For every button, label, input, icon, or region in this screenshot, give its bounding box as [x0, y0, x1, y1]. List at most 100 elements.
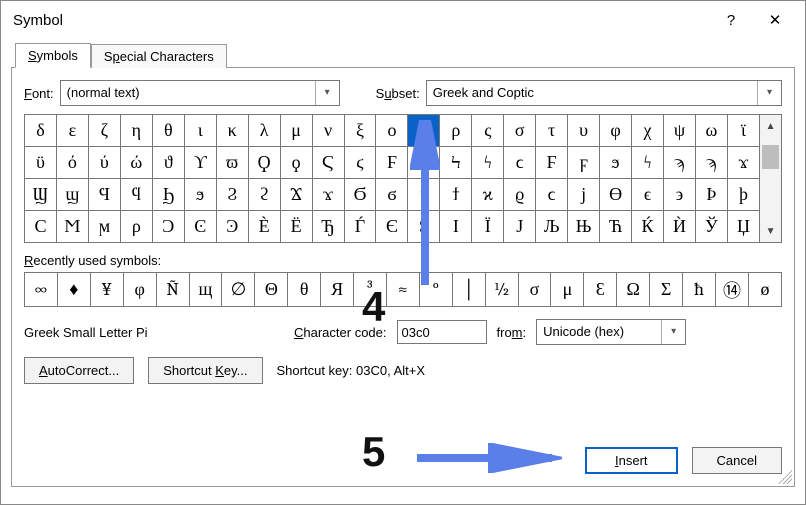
- char-cell[interactable]: ϥ: [120, 179, 152, 211]
- char-cell[interactable]: Ϛ: [312, 147, 344, 179]
- char-cell[interactable]: δ: [25, 115, 57, 147]
- resize-grip-icon[interactable]: [778, 470, 792, 484]
- char-cell[interactable]: Ϝ: [376, 147, 408, 179]
- recent-cell[interactable]: ¥: [90, 273, 123, 307]
- char-cell[interactable]: Ј: [504, 211, 536, 243]
- char-cell[interactable]: Ϣ: [25, 179, 57, 211]
- char-cell[interactable]: ϋ: [25, 147, 57, 179]
- char-cell[interactable]: Ͽ: [216, 211, 248, 243]
- char-cell[interactable]: ο: [376, 115, 408, 147]
- char-cell[interactable]: Ќ: [632, 211, 664, 243]
- recent-cell[interactable]: щ: [189, 273, 222, 307]
- char-cell[interactable]: ξ: [344, 115, 376, 147]
- tab-symbols[interactable]: Symbols Symbols document.currentScript.p…: [15, 43, 91, 68]
- char-cell[interactable]: ύ: [88, 147, 120, 179]
- char-cell[interactable]: Ѐ: [248, 211, 280, 243]
- char-cell[interactable]: ϙ: [280, 147, 312, 179]
- char-cell[interactable]: ϟ: [472, 147, 504, 179]
- scroll-track[interactable]: [760, 137, 781, 220]
- recent-cell[interactable]: │: [452, 273, 485, 307]
- char-cell[interactable]: ζ: [88, 115, 120, 147]
- recent-cell[interactable]: ħ: [683, 273, 716, 307]
- char-cell[interactable]: Ϫ: [280, 179, 312, 211]
- char-cell[interactable]: ϲ: [504, 147, 536, 179]
- char-cell[interactable]: ϊ: [727, 115, 759, 147]
- char-cell[interactable]: ϻ: [88, 211, 120, 243]
- char-cell[interactable]: μ: [280, 115, 312, 147]
- char-cell[interactable]: σ: [504, 115, 536, 147]
- scroll-down-icon[interactable]: ▼: [760, 220, 781, 242]
- char-cell[interactable]: Ϲ: [25, 211, 57, 243]
- char-cell[interactable]: ϯ: [440, 179, 472, 211]
- recent-cell[interactable]: ³: [354, 273, 387, 307]
- recent-cell[interactable]: ≈: [386, 273, 419, 307]
- char-cell[interactable]: ϸ: [727, 179, 759, 211]
- char-cell[interactable]: ϟ: [632, 147, 664, 179]
- char-cell[interactable]: ϒ: [184, 147, 216, 179]
- recent-cell[interactable]: Ɛ: [584, 273, 617, 307]
- char-cell[interactable]: ρ: [120, 211, 152, 243]
- char-cell[interactable]: ψ: [664, 115, 696, 147]
- char-cell[interactable]: Є: [376, 211, 408, 243]
- insert-button[interactable]: Insert: [585, 447, 678, 474]
- char-cell[interactable]: υ: [568, 115, 600, 147]
- char-cell[interactable]: Ў: [695, 211, 727, 243]
- shortcut-key-button[interactable]: Shortcut Key...: [148, 357, 262, 384]
- char-cell[interactable]: ϧ: [600, 147, 632, 179]
- char-cell[interactable]: ό: [56, 147, 88, 179]
- recent-cell[interactable]: °: [419, 273, 452, 307]
- char-cell[interactable]: ϴ: [600, 179, 632, 211]
- char-cell[interactable]: η: [120, 115, 152, 147]
- char-cell[interactable]: ϱ: [504, 179, 536, 211]
- char-cell[interactable]: ϰ: [472, 179, 504, 211]
- char-cell[interactable]: ϲ: [536, 179, 568, 211]
- char-cell[interactable]: Ї: [472, 211, 504, 243]
- character-grid[interactable]: δεζηθικλμνξοπρςστυφχψωϊϋόύώϑϒϖϘϙϚϛϜϝϞϟϲϜ…: [24, 114, 760, 243]
- char-cell[interactable]: Ђ: [312, 211, 344, 243]
- char-cell[interactable]: Ϧ: [152, 179, 184, 211]
- char-cell[interactable]: ϶: [664, 179, 696, 211]
- char-cell[interactable]: λ: [248, 115, 280, 147]
- char-cell[interactable]: Љ: [536, 211, 568, 243]
- char-cell[interactable]: π: [408, 115, 440, 147]
- char-cell[interactable]: ϭ: [376, 179, 408, 211]
- from-select[interactable]: Unicode (hex) ▾: [536, 319, 686, 345]
- help-button[interactable]: ?: [709, 1, 753, 39]
- char-cell[interactable]: Ѝ: [664, 211, 696, 243]
- char-cell[interactable]: І: [440, 211, 472, 243]
- char-cell[interactable]: ρ: [440, 115, 472, 147]
- char-cell[interactable]: ϵ: [632, 179, 664, 211]
- recent-cell[interactable]: Θ: [255, 273, 288, 307]
- recent-cell[interactable]: ø: [748, 273, 781, 307]
- char-cell[interactable]: ϡ: [695, 147, 727, 179]
- char-cell[interactable]: ϑ: [152, 147, 184, 179]
- recent-cell[interactable]: ∅: [222, 273, 255, 307]
- char-cell[interactable]: ϝ: [568, 147, 600, 179]
- char-cell[interactable]: Ͻ: [152, 211, 184, 243]
- char-cell[interactable]: ϯ: [408, 179, 440, 211]
- char-cell[interactable]: ϧ: [184, 179, 216, 211]
- recent-grid[interactable]: ∞♦¥φÑщ∅ΘθЯ³≈°│½σμƐΩΣħ⑭ø: [24, 272, 782, 307]
- char-cell[interactable]: κ: [216, 115, 248, 147]
- cancel-button[interactable]: Cancel: [692, 447, 782, 474]
- char-cell[interactable]: ϫ: [312, 179, 344, 211]
- char-cell[interactable]: Ё: [280, 211, 312, 243]
- recent-cell[interactable]: σ: [518, 273, 551, 307]
- char-cell[interactable]: Ϙ: [248, 147, 280, 179]
- recent-cell[interactable]: Ω: [617, 273, 650, 307]
- char-cell[interactable]: θ: [152, 115, 184, 147]
- close-button[interactable]: ✕: [753, 1, 797, 39]
- char-cell[interactable]: ϣ: [56, 179, 88, 211]
- recent-cell[interactable]: Σ: [650, 273, 683, 307]
- tab-special-characters[interactable]: Special Characters document.currentScrip…: [91, 44, 227, 68]
- char-cell[interactable]: Ϻ: [56, 211, 88, 243]
- char-cell[interactable]: ω: [695, 115, 727, 147]
- char-cell[interactable]: ϖ: [216, 147, 248, 179]
- char-cell[interactable]: φ: [600, 115, 632, 147]
- recent-cell[interactable]: ♦: [57, 273, 90, 307]
- recent-cell[interactable]: ½: [485, 273, 518, 307]
- char-cell[interactable]: ε: [56, 115, 88, 147]
- recent-cell[interactable]: Ñ: [156, 273, 189, 307]
- recent-cell[interactable]: Я: [321, 273, 354, 307]
- char-cell[interactable]: ώ: [120, 147, 152, 179]
